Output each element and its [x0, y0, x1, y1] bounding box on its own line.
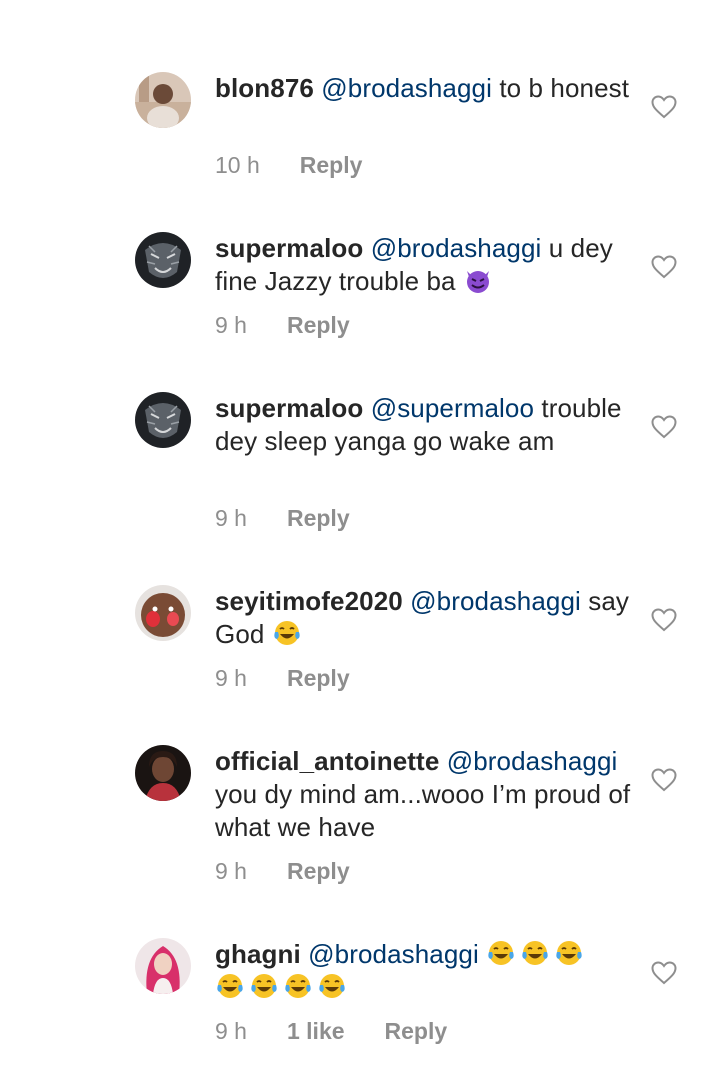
reply-button[interactable]: Reply — [287, 856, 350, 886]
tears-of-joy-emoji — [251, 974, 277, 998]
tears-of-joy-emoji — [319, 974, 345, 998]
reply-button[interactable]: Reply — [300, 150, 363, 180]
tears-of-joy-emoji — [556, 941, 582, 965]
tears-of-joy-emoji — [217, 974, 243, 998]
comment-username[interactable]: supermaloo — [215, 393, 363, 423]
comment-username[interactable]: seyitimofe2020 — [215, 586, 403, 616]
smiling-imp-emoji — [466, 271, 489, 293]
reply-button[interactable]: Reply — [287, 503, 350, 533]
heart-icon[interactable] — [651, 961, 677, 985]
comment-meta: 9 h Reply — [215, 503, 350, 533]
avatar[interactable] — [135, 392, 191, 448]
avatar[interactable] — [135, 745, 191, 801]
heart-icon[interactable] — [651, 95, 677, 119]
likes-count[interactable]: 1 like — [287, 1016, 345, 1046]
comment-time: 9 h — [215, 505, 247, 531]
comment-mention[interactable]: @brodashaggi — [371, 233, 542, 263]
comment-time: 9 h — [215, 312, 247, 338]
comment-body: seyitimofe2020 @brodashaggi say God — [215, 585, 635, 651]
avatar[interactable] — [135, 232, 191, 288]
comment-time: 9 h — [215, 858, 247, 884]
comment-body: supermaloo @brodashaggi u dey fine Jazzy… — [215, 232, 635, 298]
comment-time: 9 h — [215, 665, 247, 691]
comment-meta: 9 h 1 like Reply — [215, 1016, 447, 1046]
comment-body: supermaloo @supermaloo trouble dey sleep… — [215, 392, 635, 458]
avatar[interactable] — [135, 938, 191, 994]
heart-icon[interactable] — [651, 255, 677, 279]
comment-meta: 9 h Reply — [215, 310, 350, 340]
comment-body: blon876 @brodashaggi to b honest — [215, 72, 635, 105]
tears-of-joy-emoji — [274, 621, 300, 645]
comment-mention[interactable]: @brodashaggi — [308, 939, 479, 969]
reply-button[interactable]: Reply — [287, 663, 350, 693]
comment-meta: 9 h Reply — [215, 663, 350, 693]
tears-of-joy-emoji — [522, 941, 548, 965]
comment-mention[interactable]: @brodashaggi — [410, 586, 581, 616]
tears-of-joy-emoji — [488, 941, 514, 965]
avatar[interactable] — [135, 72, 191, 128]
comment-meta: 10 h Reply — [215, 150, 362, 180]
comment-mention[interactable]: @brodashaggi — [447, 746, 618, 776]
comment-time: 10 h — [215, 152, 260, 178]
comment-text: you dy mind am...wooo I’m proud of what … — [215, 779, 631, 842]
comment-mention[interactable]: @brodashaggi — [321, 73, 492, 103]
reply-button[interactable]: Reply — [287, 310, 350, 340]
reply-button[interactable]: Reply — [385, 1016, 448, 1046]
comment-mention[interactable]: @supermaloo — [371, 393, 534, 423]
comment-time: 9 h — [215, 1018, 247, 1044]
comment-text: to b honest — [492, 73, 630, 103]
comment-body: official_antoinette @brodashaggi you dy … — [215, 745, 635, 844]
heart-icon[interactable] — [651, 608, 677, 632]
heart-icon[interactable] — [651, 415, 677, 439]
comment-username[interactable]: official_antoinette — [215, 746, 439, 776]
comment-username[interactable]: ghagni — [215, 939, 301, 969]
comment-meta: 9 h Reply — [215, 856, 350, 886]
comment-username[interactable]: supermaloo — [215, 233, 363, 263]
comment-username[interactable]: blon876 — [215, 73, 314, 103]
comment-text — [479, 939, 486, 969]
comment-body: ghagni @brodashaggi — [215, 938, 635, 1004]
avatar[interactable] — [135, 585, 191, 641]
heart-icon[interactable] — [651, 768, 677, 792]
tears-of-joy-emoji — [285, 974, 311, 998]
